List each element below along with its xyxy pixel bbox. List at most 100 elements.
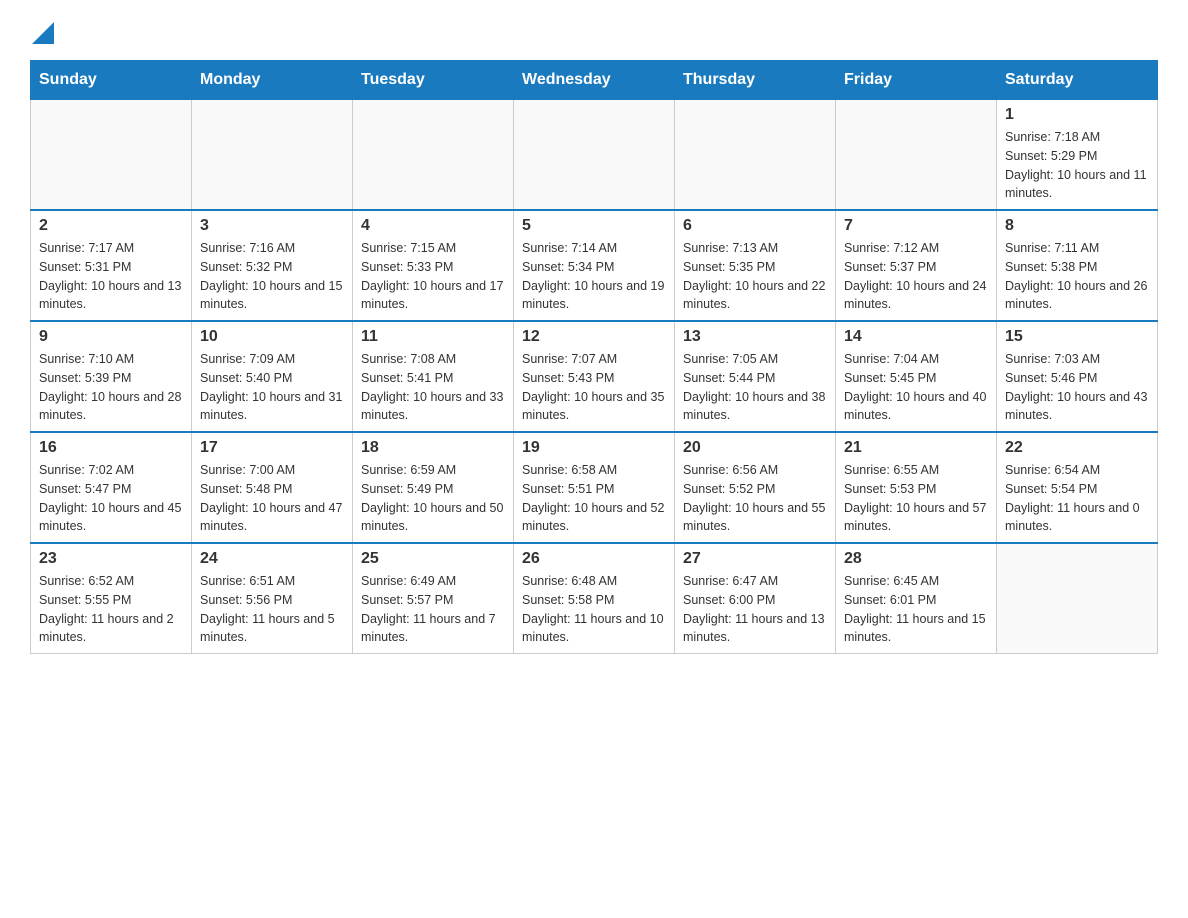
calendar-cell: 24Sunrise: 6:51 AM Sunset: 5:56 PM Dayli…	[192, 543, 353, 654]
day-number: 9	[39, 328, 183, 346]
day-info: Sunrise: 6:48 AM Sunset: 5:58 PM Dayligh…	[522, 572, 666, 647]
day-info: Sunrise: 6:47 AM Sunset: 6:00 PM Dayligh…	[683, 572, 827, 647]
calendar-cell: 10Sunrise: 7:09 AM Sunset: 5:40 PM Dayli…	[192, 321, 353, 432]
day-info: Sunrise: 7:07 AM Sunset: 5:43 PM Dayligh…	[522, 350, 666, 425]
weekday-header-tuesday: Tuesday	[353, 61, 514, 100]
calendar-cell: 23 Sunrise: 6:52 AM Sunset: 5:55 PM Dayli…	[31, 543, 192, 654]
day-info: Sunrise: 6:49 AM Sunset: 5:57 PM Dayligh…	[361, 572, 505, 647]
day-number: 27	[683, 550, 827, 568]
day-number: 4	[361, 217, 505, 235]
day-info: Sunrise: 7:02 AM Sunset: 5:47 PM Dayligh…	[39, 461, 183, 536]
calendar-cell: 9 Sunrise: 7:10 AM Sunset: 5:39 PM Daylig…	[31, 321, 192, 432]
day-info: Sunrise: 7:05 AM Sunset: 5:44 PM Dayligh…	[683, 350, 827, 425]
day-number: 19	[522, 439, 666, 457]
day-info: Sunrise: 6:55 AM Sunset: 5:53 PM Dayligh…	[844, 461, 988, 536]
day-number: 1	[1005, 106, 1149, 124]
calendar-cell	[514, 100, 675, 211]
day-number: 14	[844, 328, 988, 346]
day-number: 22	[1005, 439, 1149, 457]
calendar-cell	[353, 100, 514, 211]
calendar-cell: 22 Sunrise: 6:54 AM Sunset: 5:54 PM Dayli…	[997, 432, 1158, 543]
weekday-header-wednesday: Wednesday	[514, 61, 675, 100]
weekday-header-saturday: Saturday	[997, 61, 1158, 100]
calendar-table: SundayMondayTuesdayWednesdayThursdayFrid…	[30, 60, 1158, 654]
day-number: 7	[844, 217, 988, 235]
day-number: 12	[522, 328, 666, 346]
day-info: Sunrise: 7:15 AM Sunset: 5:33 PM Dayligh…	[361, 239, 505, 314]
calendar-cell: 16 Sunrise: 7:02 AM Sunset: 5:47 PM Dayli…	[31, 432, 192, 543]
day-info: Sunrise: 6:52 AM Sunset: 5:55 PM Dayligh…	[39, 572, 183, 647]
day-number: 20	[683, 439, 827, 457]
calendar-week-row: 9 Sunrise: 7:10 AM Sunset: 5:39 PM Daylig…	[31, 321, 1158, 432]
day-number: 6	[683, 217, 827, 235]
day-info: Sunrise: 7:03 AM Sunset: 5:46 PM Dayligh…	[1005, 350, 1149, 425]
day-number: 13	[683, 328, 827, 346]
day-number: 18	[361, 439, 505, 457]
day-info: Sunrise: 7:08 AM Sunset: 5:41 PM Dayligh…	[361, 350, 505, 425]
day-number: 11	[361, 328, 505, 346]
calendar-week-row: 16 Sunrise: 7:02 AM Sunset: 5:47 PM Dayli…	[31, 432, 1158, 543]
weekday-header-thursday: Thursday	[675, 61, 836, 100]
day-number: 28	[844, 550, 988, 568]
calendar-cell	[192, 100, 353, 211]
day-info: Sunrise: 7:16 AM Sunset: 5:32 PM Dayligh…	[200, 239, 344, 314]
calendar-header: SundayMondayTuesdayWednesdayThursdayFrid…	[31, 61, 1158, 100]
calendar-cell: 4 Sunrise: 7:15 AM Sunset: 5:33 PM Daylig…	[353, 210, 514, 321]
calendar-cell: 14 Sunrise: 7:04 AM Sunset: 5:45 PM Dayli…	[836, 321, 997, 432]
calendar-cell: 19 Sunrise: 6:58 AM Sunset: 5:51 PM Dayli…	[514, 432, 675, 543]
calendar-cell: 13 Sunrise: 7:05 AM Sunset: 5:44 PM Dayli…	[675, 321, 836, 432]
calendar-cell: 7Sunrise: 7:12 AM Sunset: 5:37 PM Daylig…	[836, 210, 997, 321]
day-info: Sunrise: 7:17 AM Sunset: 5:31 PM Dayligh…	[39, 239, 183, 314]
day-info: Sunrise: 6:54 AM Sunset: 5:54 PM Dayligh…	[1005, 461, 1149, 536]
day-number: 16	[39, 439, 183, 457]
calendar-cell	[997, 543, 1158, 654]
day-info: Sunrise: 7:04 AM Sunset: 5:45 PM Dayligh…	[844, 350, 988, 425]
day-number: 8	[1005, 217, 1149, 235]
calendar-cell: 20 Sunrise: 6:56 AM Sunset: 5:52 PM Dayli…	[675, 432, 836, 543]
calendar-cell: 8 Sunrise: 7:11 AM Sunset: 5:38 PM Daylig…	[997, 210, 1158, 321]
logo-triangle-icon	[32, 22, 54, 44]
day-number: 2	[39, 217, 183, 235]
calendar-cell: 17 Sunrise: 7:00 AM Sunset: 5:48 PM Dayli…	[192, 432, 353, 543]
day-number: 26	[522, 550, 666, 568]
calendar-cell: 15 Sunrise: 7:03 AM Sunset: 5:46 PM Dayli…	[997, 321, 1158, 432]
page-header	[30, 20, 1158, 40]
calendar-cell: 12 Sunrise: 7:07 AM Sunset: 5:43 PM Dayli…	[514, 321, 675, 432]
day-info: Sunrise: 7:00 AM Sunset: 5:48 PM Dayligh…	[200, 461, 344, 536]
day-number: 24	[200, 550, 344, 568]
day-info: Sunrise: 6:58 AM Sunset: 5:51 PM Dayligh…	[522, 461, 666, 536]
calendar-cell: 21Sunrise: 6:55 AM Sunset: 5:53 PM Dayli…	[836, 432, 997, 543]
calendar-week-row: 23 Sunrise: 6:52 AM Sunset: 5:55 PM Dayli…	[31, 543, 1158, 654]
calendar-cell: 18 Sunrise: 6:59 AM Sunset: 5:49 PM Dayli…	[353, 432, 514, 543]
calendar-cell	[675, 100, 836, 211]
day-number: 15	[1005, 328, 1149, 346]
calendar-cell	[31, 100, 192, 211]
calendar-week-row: 2 Sunrise: 7:17 AM Sunset: 5:31 PM Daylig…	[31, 210, 1158, 321]
calendar-cell: 2 Sunrise: 7:17 AM Sunset: 5:31 PM Daylig…	[31, 210, 192, 321]
day-info: Sunrise: 7:09 AM Sunset: 5:40 PM Dayligh…	[200, 350, 344, 425]
calendar-cell: 6Sunrise: 7:13 AM Sunset: 5:35 PM Daylig…	[675, 210, 836, 321]
day-info: Sunrise: 6:56 AM Sunset: 5:52 PM Dayligh…	[683, 461, 827, 536]
day-info: Sunrise: 7:11 AM Sunset: 5:38 PM Dayligh…	[1005, 239, 1149, 314]
calendar-cell: 25 Sunrise: 6:49 AM Sunset: 5:57 PM Dayli…	[353, 543, 514, 654]
weekday-header-row: SundayMondayTuesdayWednesdayThursdayFrid…	[31, 61, 1158, 100]
calendar-week-row: 1 Sunrise: 7:18 AM Sunset: 5:29 PM Daylig…	[31, 100, 1158, 211]
day-info: Sunrise: 6:59 AM Sunset: 5:49 PM Dayligh…	[361, 461, 505, 536]
calendar-cell: 5Sunrise: 7:14 AM Sunset: 5:34 PM Daylig…	[514, 210, 675, 321]
calendar-body: 1 Sunrise: 7:18 AM Sunset: 5:29 PM Daylig…	[31, 100, 1158, 654]
day-number: 25	[361, 550, 505, 568]
day-number: 3	[200, 217, 344, 235]
day-info: Sunrise: 7:18 AM Sunset: 5:29 PM Dayligh…	[1005, 128, 1149, 203]
calendar-cell: 1 Sunrise: 7:18 AM Sunset: 5:29 PM Daylig…	[997, 100, 1158, 211]
day-info: Sunrise: 6:45 AM Sunset: 6:01 PM Dayligh…	[844, 572, 988, 647]
day-number: 23	[39, 550, 183, 568]
weekday-header-monday: Monday	[192, 61, 353, 100]
calendar-cell	[836, 100, 997, 211]
day-info: Sunrise: 7:10 AM Sunset: 5:39 PM Dayligh…	[39, 350, 183, 425]
calendar-cell: 11 Sunrise: 7:08 AM Sunset: 5:41 PM Dayli…	[353, 321, 514, 432]
calendar-cell: 27 Sunrise: 6:47 AM Sunset: 6:00 PM Dayli…	[675, 543, 836, 654]
calendar-cell: 3 Sunrise: 7:16 AM Sunset: 5:32 PM Daylig…	[192, 210, 353, 321]
day-number: 17	[200, 439, 344, 457]
weekday-header-sunday: Sunday	[31, 61, 192, 100]
weekday-header-friday: Friday	[836, 61, 997, 100]
